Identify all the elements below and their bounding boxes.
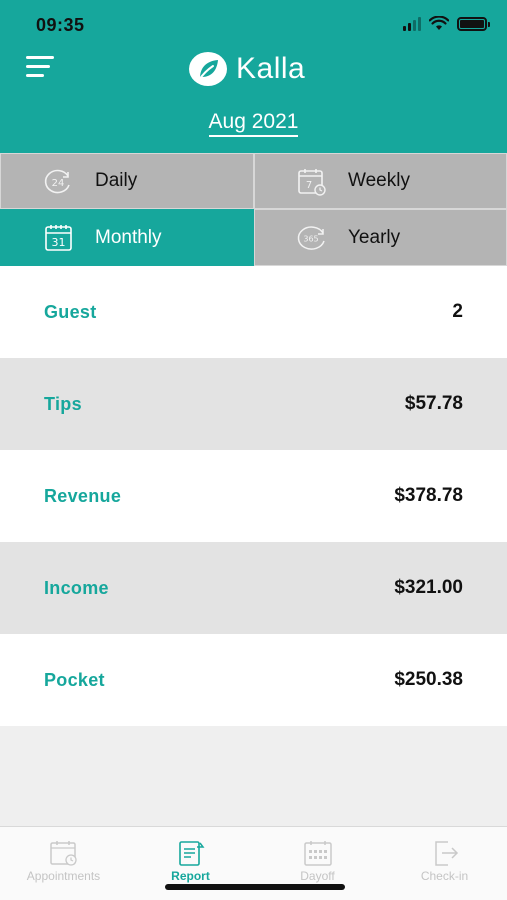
battery-icon <box>457 16 490 31</box>
tab-label: Report <box>171 869 210 883</box>
svg-text:31: 31 <box>52 236 66 249</box>
period-yearly[interactable]: 365 Yearly <box>254 209 507 266</box>
tab-appointments[interactable]: Appointments <box>0 827 127 900</box>
home-indicator <box>165 884 345 890</box>
365-icon: 365 <box>297 226 325 250</box>
calendar-grid-icon <box>303 841 332 866</box>
leaf-logo-icon <box>189 52 227 86</box>
stat-row-revenue: Revenue $378.78 <box>0 450 507 542</box>
tab-label: Check-in <box>420 869 469 883</box>
status-time: 09:35 <box>36 15 85 35</box>
calendar-31-icon: 31 <box>45 225 72 251</box>
period-daily-label: Daily <box>95 170 138 191</box>
period-weekly-label: Weekly <box>348 170 410 191</box>
month-selector: Aug 2021 <box>0 110 507 137</box>
period-daily[interactable]: 24 Daily <box>0 153 254 209</box>
app-name: Kalla <box>236 52 306 85</box>
stat-row-income: Income $321.00 <box>0 542 507 634</box>
24-hour-icon: 24 <box>44 169 70 194</box>
period-monthly[interactable]: 31 Monthly <box>0 209 254 266</box>
svg-text:24: 24 <box>52 178 65 189</box>
month-selector-label[interactable]: Aug 2021 <box>208 110 299 137</box>
wifi-icon <box>429 16 449 30</box>
period-monthly-label: Monthly <box>95 226 162 248</box>
status-icons <box>403 16 490 31</box>
tab-label: Appointments <box>26 869 101 883</box>
stat-label: Income <box>44 577 109 598</box>
calendar-7-icon: 7 <box>298 169 326 196</box>
stat-value: $57.78 <box>404 393 463 414</box>
period-yearly-label: Yearly <box>348 226 401 248</box>
stat-value: $250.38 <box>394 669 463 690</box>
report-icon <box>178 841 204 866</box>
tab-label: Dayoff <box>300 869 335 883</box>
stat-label: Guest <box>44 301 97 322</box>
stat-row-tips: Tips $57.78 <box>0 358 507 450</box>
stat-label: Pocket <box>44 669 105 690</box>
stat-label: Revenue <box>44 485 122 506</box>
svg-text:365: 365 <box>303 235 318 244</box>
stat-row-pocket: Pocket $250.38 <box>0 634 507 726</box>
app-logo: Kalla <box>188 50 305 88</box>
stat-value: $378.78 <box>394 485 463 506</box>
cellular-signal-icon <box>403 16 421 31</box>
stat-label: Tips <box>44 393 82 414</box>
tab-check-in[interactable]: Check-in <box>381 827 507 900</box>
checkin-icon <box>434 841 458 866</box>
stat-row-guest: Guest 2 <box>0 266 507 358</box>
menu-icon <box>26 56 54 59</box>
stat-value: $321.00 <box>394 577 463 598</box>
stat-value: 2 <box>452 301 463 322</box>
calendar-clock-icon <box>49 841 77 866</box>
menu-button[interactable] <box>26 56 56 80</box>
app-header: 09:35 Kalla Aug 2021 <box>0 0 507 153</box>
svg-text:7: 7 <box>306 180 312 191</box>
period-selector: 24 Daily 7 Weekly 31 Monthly 365 Yearly <box>0 153 507 266</box>
period-weekly[interactable]: 7 Weekly <box>254 153 507 209</box>
